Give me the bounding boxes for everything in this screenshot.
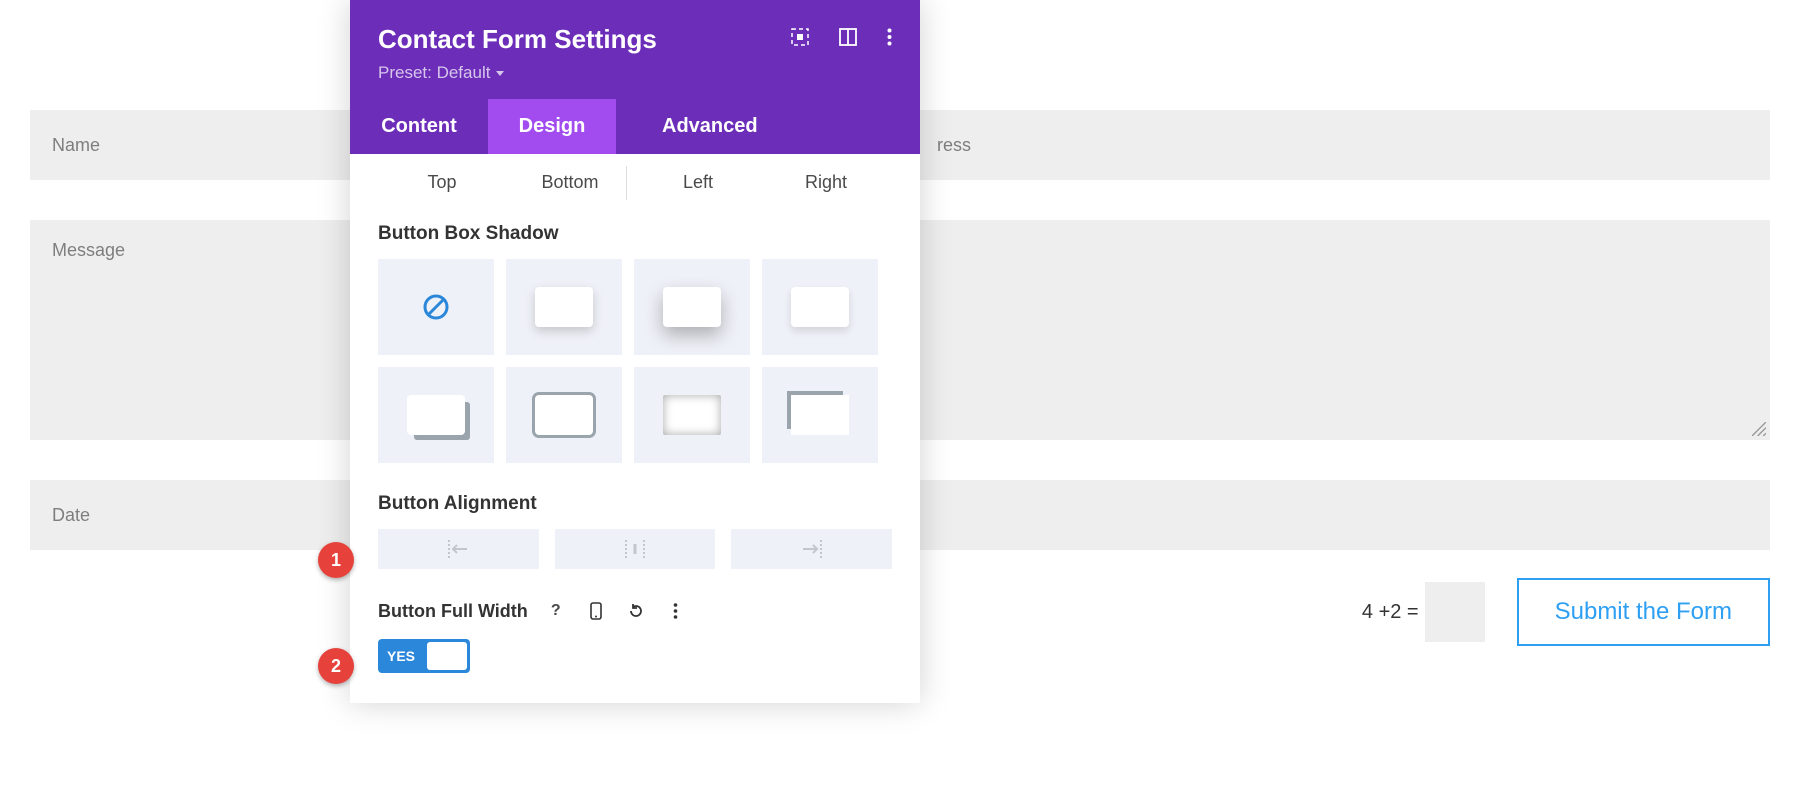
shadow-option-7[interactable] bbox=[762, 367, 878, 463]
toggle-yes-label: YES bbox=[381, 648, 423, 664]
resize-handle-icon[interactable] bbox=[1752, 422, 1766, 436]
chevron-down-icon bbox=[496, 71, 504, 76]
align-left-icon bbox=[445, 540, 471, 558]
preset-label: Preset: Default bbox=[378, 63, 490, 83]
shadow-option-none[interactable] bbox=[378, 259, 494, 355]
tab-content[interactable]: Content bbox=[350, 99, 488, 154]
shadow-option-4[interactable] bbox=[378, 367, 494, 463]
alignment-row bbox=[378, 529, 892, 569]
mobile-icon[interactable] bbox=[582, 597, 610, 625]
align-center-button[interactable] bbox=[555, 529, 716, 569]
panel-header: Contact Form Settings Preset: Default bbox=[350, 0, 920, 99]
shadow-preview-icon bbox=[535, 395, 593, 435]
shadow-grid bbox=[378, 259, 892, 463]
shadow-option-1[interactable] bbox=[506, 259, 622, 355]
section-box-shadow-title: Button Box Shadow bbox=[378, 223, 892, 245]
shadow-option-6[interactable] bbox=[634, 367, 750, 463]
help-icon[interactable]: ? bbox=[542, 597, 570, 625]
captcha-input[interactable] bbox=[1425, 582, 1485, 642]
align-right-icon bbox=[799, 540, 825, 558]
panel-tabs: Content Design Advanced bbox=[350, 99, 920, 154]
reset-icon[interactable] bbox=[622, 597, 650, 625]
panel-body: Top Bottom Left Right Button Box Shadow … bbox=[350, 154, 920, 703]
panel-title: Contact Form Settings bbox=[378, 24, 657, 55]
captcha: 4 +2 = bbox=[1362, 582, 1485, 642]
more-icon[interactable] bbox=[887, 28, 892, 51]
shadow-preview-icon bbox=[663, 395, 721, 435]
none-icon bbox=[421, 292, 451, 322]
padding-label-bottom: Bottom bbox=[506, 172, 634, 193]
full-width-row: Button Full Width ? bbox=[378, 597, 892, 625]
settings-panel: Contact Form Settings Preset: Default Co… bbox=[350, 0, 920, 703]
padding-label-right: Right bbox=[762, 172, 890, 193]
padding-labels: Top Bottom Left Right bbox=[378, 172, 892, 193]
shadow-option-3[interactable] bbox=[762, 259, 878, 355]
full-width-toggle[interactable]: YES bbox=[378, 639, 470, 673]
captcha-question: 4 +2 = bbox=[1362, 601, 1419, 624]
options-icon[interactable] bbox=[662, 597, 690, 625]
padding-label-top: Top bbox=[378, 172, 506, 193]
shadow-preview-icon bbox=[791, 287, 849, 327]
annotation-badge-1: 1 bbox=[318, 542, 354, 578]
submit-button[interactable]: Submit the Form bbox=[1517, 578, 1770, 646]
email-field[interactable]: ress bbox=[915, 110, 1770, 180]
tab-advanced[interactable]: Advanced bbox=[616, 99, 920, 154]
full-width-label: Button Full Width bbox=[378, 601, 528, 622]
shadow-preview-icon bbox=[663, 287, 721, 327]
align-center-icon bbox=[622, 540, 648, 558]
shadow-option-2[interactable] bbox=[634, 259, 750, 355]
shadow-preview-icon bbox=[407, 395, 465, 435]
shadow-preview-icon bbox=[535, 287, 593, 327]
toggle-knob bbox=[427, 642, 467, 670]
shadow-option-5[interactable] bbox=[506, 367, 622, 463]
expand-icon[interactable] bbox=[791, 28, 809, 51]
tab-design[interactable]: Design bbox=[488, 99, 616, 154]
annotation-badge-2: 2 bbox=[318, 648, 354, 684]
align-left-button[interactable] bbox=[378, 529, 539, 569]
preset-selector[interactable]: Preset: Default bbox=[378, 63, 892, 83]
message-field-label: Message bbox=[52, 240, 125, 261]
align-right-button[interactable] bbox=[731, 529, 892, 569]
padding-label-left: Left bbox=[634, 172, 762, 193]
section-alignment-title: Button Alignment bbox=[378, 493, 892, 515]
shadow-preview-icon bbox=[791, 395, 849, 435]
panel-layout-icon[interactable] bbox=[839, 28, 857, 51]
padding-divider bbox=[626, 166, 627, 200]
